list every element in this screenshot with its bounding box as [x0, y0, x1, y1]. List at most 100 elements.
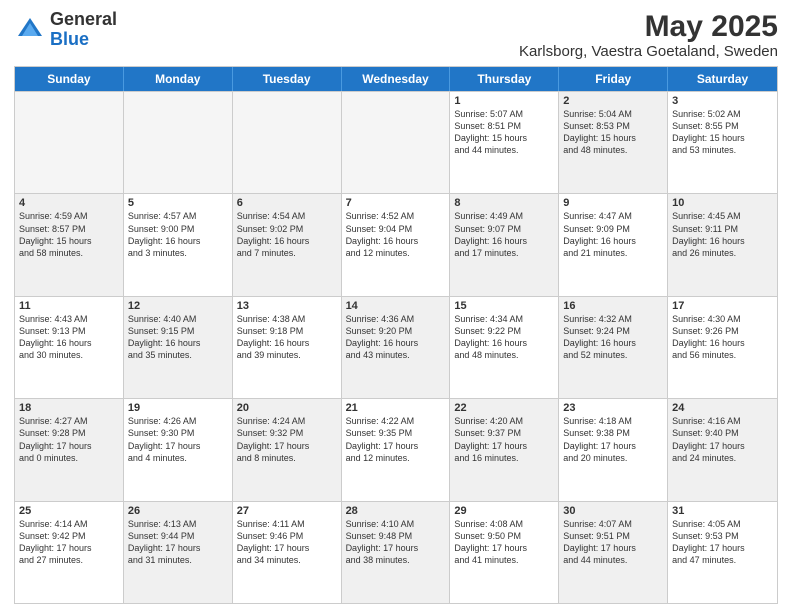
day-cell-14: 14Sunrise: 4:36 AM Sunset: 9:20 PM Dayli… — [342, 297, 451, 398]
day-number: 31 — [672, 505, 773, 517]
day-cell-2: 2Sunrise: 5:04 AM Sunset: 8:53 PM Daylig… — [559, 92, 668, 193]
day-number: 14 — [346, 300, 446, 312]
day-info: Sunrise: 4:34 AM Sunset: 9:22 PM Dayligh… — [454, 313, 554, 362]
day-cell-6: 6Sunrise: 4:54 AM Sunset: 9:02 PM Daylig… — [233, 194, 342, 295]
day-cell-20: 20Sunrise: 4:24 AM Sunset: 9:32 PM Dayli… — [233, 399, 342, 500]
header-cell-thursday: Thursday — [450, 67, 559, 91]
day-cell-7: 7Sunrise: 4:52 AM Sunset: 9:04 PM Daylig… — [342, 194, 451, 295]
day-cell-30: 30Sunrise: 4:07 AM Sunset: 9:51 PM Dayli… — [559, 502, 668, 603]
day-cell-28: 28Sunrise: 4:10 AM Sunset: 9:48 PM Dayli… — [342, 502, 451, 603]
day-info: Sunrise: 4:27 AM Sunset: 9:28 PM Dayligh… — [19, 415, 119, 464]
day-info: Sunrise: 4:10 AM Sunset: 9:48 PM Dayligh… — [346, 518, 446, 567]
day-info: Sunrise: 4:18 AM Sunset: 9:38 PM Dayligh… — [563, 415, 663, 464]
day-cell-4: 4Sunrise: 4:59 AM Sunset: 8:57 PM Daylig… — [15, 194, 124, 295]
day-info: Sunrise: 4:14 AM Sunset: 9:42 PM Dayligh… — [19, 518, 119, 567]
day-number: 21 — [346, 402, 446, 414]
day-number: 10 — [672, 197, 773, 209]
day-cell-29: 29Sunrise: 4:08 AM Sunset: 9:50 PM Dayli… — [450, 502, 559, 603]
day-info: Sunrise: 4:05 AM Sunset: 9:53 PM Dayligh… — [672, 518, 773, 567]
calendar-header-row: SundayMondayTuesdayWednesdayThursdayFrid… — [15, 67, 777, 91]
logo-text: General Blue — [50, 10, 117, 50]
calendar-body: 1Sunrise: 5:07 AM Sunset: 8:51 PM Daylig… — [15, 91, 777, 603]
calendar: SundayMondayTuesdayWednesdayThursdayFrid… — [14, 66, 778, 604]
day-info: Sunrise: 4:57 AM Sunset: 9:00 PM Dayligh… — [128, 210, 228, 259]
day-number: 11 — [19, 300, 119, 312]
day-cell-12: 12Sunrise: 4:40 AM Sunset: 9:15 PM Dayli… — [124, 297, 233, 398]
day-info: Sunrise: 4:26 AM Sunset: 9:30 PM Dayligh… — [128, 415, 228, 464]
day-cell-3: 3Sunrise: 5:02 AM Sunset: 8:55 PM Daylig… — [668, 92, 777, 193]
day-cell-10: 10Sunrise: 4:45 AM Sunset: 9:11 PM Dayli… — [668, 194, 777, 295]
day-info: Sunrise: 4:45 AM Sunset: 9:11 PM Dayligh… — [672, 210, 773, 259]
day-number: 26 — [128, 505, 228, 517]
day-cell-24: 24Sunrise: 4:16 AM Sunset: 9:40 PM Dayli… — [668, 399, 777, 500]
header-cell-tuesday: Tuesday — [233, 67, 342, 91]
day-number: 16 — [563, 300, 663, 312]
empty-cell — [15, 92, 124, 193]
logo-blue: Blue — [50, 29, 89, 49]
day-info: Sunrise: 4:36 AM Sunset: 9:20 PM Dayligh… — [346, 313, 446, 362]
calendar-row-4: 18Sunrise: 4:27 AM Sunset: 9:28 PM Dayli… — [15, 398, 777, 500]
calendar-row-1: 1Sunrise: 5:07 AM Sunset: 8:51 PM Daylig… — [15, 91, 777, 193]
title-block: May 2025 Karlsborg, Vaestra Goetaland, S… — [519, 10, 778, 60]
day-number: 2 — [563, 95, 663, 107]
day-number: 30 — [563, 505, 663, 517]
day-number: 29 — [454, 505, 554, 517]
day-info: Sunrise: 4:54 AM Sunset: 9:02 PM Dayligh… — [237, 210, 337, 259]
day-info: Sunrise: 4:22 AM Sunset: 9:35 PM Dayligh… — [346, 415, 446, 464]
day-number: 1 — [454, 95, 554, 107]
calendar-row-2: 4Sunrise: 4:59 AM Sunset: 8:57 PM Daylig… — [15, 193, 777, 295]
day-info: Sunrise: 5:02 AM Sunset: 8:55 PM Dayligh… — [672, 108, 773, 157]
day-info: Sunrise: 4:07 AM Sunset: 9:51 PM Dayligh… — [563, 518, 663, 567]
day-info: Sunrise: 4:16 AM Sunset: 9:40 PM Dayligh… — [672, 415, 773, 464]
day-number: 24 — [672, 402, 773, 414]
day-info: Sunrise: 4:47 AM Sunset: 9:09 PM Dayligh… — [563, 210, 663, 259]
day-info: Sunrise: 4:11 AM Sunset: 9:46 PM Dayligh… — [237, 518, 337, 567]
day-info: Sunrise: 4:30 AM Sunset: 9:26 PM Dayligh… — [672, 313, 773, 362]
day-info: Sunrise: 4:32 AM Sunset: 9:24 PM Dayligh… — [563, 313, 663, 362]
day-cell-31: 31Sunrise: 4:05 AM Sunset: 9:53 PM Dayli… — [668, 502, 777, 603]
day-cell-21: 21Sunrise: 4:22 AM Sunset: 9:35 PM Dayli… — [342, 399, 451, 500]
day-cell-13: 13Sunrise: 4:38 AM Sunset: 9:18 PM Dayli… — [233, 297, 342, 398]
day-number: 19 — [128, 402, 228, 414]
day-number: 23 — [563, 402, 663, 414]
day-number: 6 — [237, 197, 337, 209]
header-cell-saturday: Saturday — [668, 67, 777, 91]
day-info: Sunrise: 4:13 AM Sunset: 9:44 PM Dayligh… — [128, 518, 228, 567]
day-cell-15: 15Sunrise: 4:34 AM Sunset: 9:22 PM Dayli… — [450, 297, 559, 398]
day-info: Sunrise: 4:43 AM Sunset: 9:13 PM Dayligh… — [19, 313, 119, 362]
day-info: Sunrise: 5:04 AM Sunset: 8:53 PM Dayligh… — [563, 108, 663, 157]
calendar-title: May 2025 — [519, 10, 778, 43]
day-cell-23: 23Sunrise: 4:18 AM Sunset: 9:38 PM Dayli… — [559, 399, 668, 500]
day-info: Sunrise: 4:08 AM Sunset: 9:50 PM Dayligh… — [454, 518, 554, 567]
day-number: 3 — [672, 95, 773, 107]
empty-cell — [124, 92, 233, 193]
day-cell-25: 25Sunrise: 4:14 AM Sunset: 9:42 PM Dayli… — [15, 502, 124, 603]
day-cell-1: 1Sunrise: 5:07 AM Sunset: 8:51 PM Daylig… — [450, 92, 559, 193]
day-number: 7 — [346, 197, 446, 209]
day-number: 4 — [19, 197, 119, 209]
day-cell-17: 17Sunrise: 4:30 AM Sunset: 9:26 PM Dayli… — [668, 297, 777, 398]
day-number: 15 — [454, 300, 554, 312]
day-number: 8 — [454, 197, 554, 209]
day-cell-18: 18Sunrise: 4:27 AM Sunset: 9:28 PM Dayli… — [15, 399, 124, 500]
day-cell-26: 26Sunrise: 4:13 AM Sunset: 9:44 PM Dayli… — [124, 502, 233, 603]
calendar-row-3: 11Sunrise: 4:43 AM Sunset: 9:13 PM Dayli… — [15, 296, 777, 398]
logo-general: General — [50, 9, 117, 29]
logo-icon — [14, 14, 46, 46]
calendar-subtitle: Karlsborg, Vaestra Goetaland, Sweden — [519, 43, 778, 60]
empty-cell — [342, 92, 451, 193]
day-cell-16: 16Sunrise: 4:32 AM Sunset: 9:24 PM Dayli… — [559, 297, 668, 398]
day-number: 25 — [19, 505, 119, 517]
logo: General Blue — [14, 10, 117, 50]
day-number: 20 — [237, 402, 337, 414]
header-cell-friday: Friday — [559, 67, 668, 91]
header-cell-wednesday: Wednesday — [342, 67, 451, 91]
day-info: Sunrise: 4:20 AM Sunset: 9:37 PM Dayligh… — [454, 415, 554, 464]
day-number: 27 — [237, 505, 337, 517]
day-info: Sunrise: 4:38 AM Sunset: 9:18 PM Dayligh… — [237, 313, 337, 362]
day-info: Sunrise: 4:24 AM Sunset: 9:32 PM Dayligh… — [237, 415, 337, 464]
day-number: 5 — [128, 197, 228, 209]
day-info: Sunrise: 4:49 AM Sunset: 9:07 PM Dayligh… — [454, 210, 554, 259]
day-number: 17 — [672, 300, 773, 312]
day-number: 18 — [19, 402, 119, 414]
